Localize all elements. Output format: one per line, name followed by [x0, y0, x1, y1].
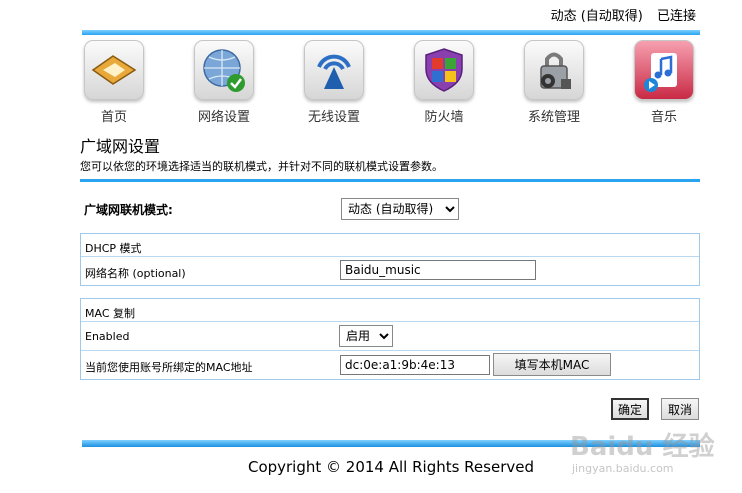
nav-home-label: 首页 [100, 110, 127, 125]
title-divider [80, 179, 700, 182]
music-icon [634, 40, 694, 100]
hostname-label: 网络名称 (optional) [85, 267, 186, 280]
page-title: 广域网设置 [80, 137, 161, 156]
nav-music-label: 音乐 [650, 110, 677, 125]
nav-network-label: 网络设置 [197, 110, 250, 125]
hostname-input[interactable] [340, 260, 536, 280]
lock-gear-icon [524, 40, 584, 100]
mac-header: MAC 复制 [85, 307, 135, 320]
page-description: 您可以依您的环境选择适当的联机模式，并针对不同的联机模式设置参数。 [80, 160, 443, 173]
wireless-icon [304, 40, 364, 100]
main-nav: 首页 网络设置 无线设置 防火墙 系统管理 音乐 [78, 38, 708, 125]
nav-firewall[interactable]: 防火墙 [408, 38, 480, 125]
nav-network[interactable]: 网络设置 [188, 38, 260, 125]
mac-header-row: MAC 复制 [81, 299, 699, 321]
mac-enabled-select[interactable]: 启用 [339, 325, 393, 347]
fill-mac-button[interactable]: 填写本机MAC [493, 353, 611, 376]
home-icon [84, 40, 144, 100]
nav-system-label: 系统管理 [527, 110, 580, 125]
nav-system[interactable]: 系统管理 [518, 38, 590, 125]
header-rule [82, 30, 700, 35]
dhcp-header: DHCP 模式 [85, 242, 142, 255]
dhcp-header-row: DHCP 模式 [81, 234, 699, 256]
ok-button[interactable]: 确定 [611, 398, 649, 420]
cancel-button[interactable]: 取消 [661, 398, 699, 420]
globe-check-icon [194, 40, 254, 100]
mac-enabled-label: Enabled [85, 330, 130, 343]
nav-firewall-label: 防火墙 [424, 110, 464, 125]
nav-wireless[interactable]: 无线设置 [298, 38, 370, 125]
dhcp-section: DHCP 模式 网络名称 (optional) [80, 233, 700, 286]
mac-address-input[interactable] [340, 355, 490, 375]
hostname-row: 网络名称 (optional) [81, 256, 699, 285]
mac-address-row: 当前您使用账号所绑定的MAC地址 填写本机MAC [81, 350, 699, 379]
wan-mode-select[interactable]: 动态 (自动取得) [341, 198, 459, 220]
nav-home[interactable]: 首页 [78, 38, 150, 125]
nav-wireless-label: 无线设置 [307, 110, 360, 125]
connection-status: 动态 (自动取得) 已连接 [541, 5, 696, 24]
mac-address-label: 当前您使用账号所绑定的MAC地址 [85, 361, 253, 374]
status-mode: 动态 (自动取得) [550, 9, 643, 24]
status-connection: 已连接 [656, 9, 696, 24]
mac-section: MAC 复制 Enabled 启用 当前您使用账号所绑定的MAC地址 填写本机M… [80, 298, 700, 380]
nav-music[interactable]: 音乐 [628, 38, 700, 125]
watermark-url: jingyan.baidu.com [572, 462, 674, 475]
wan-mode-label: 广域网联机模式: [84, 203, 173, 217]
mac-enabled-row: Enabled 启用 [81, 321, 699, 350]
watermark-brand: Baidu 经验 [570, 432, 715, 462]
shield-icon [414, 40, 474, 100]
